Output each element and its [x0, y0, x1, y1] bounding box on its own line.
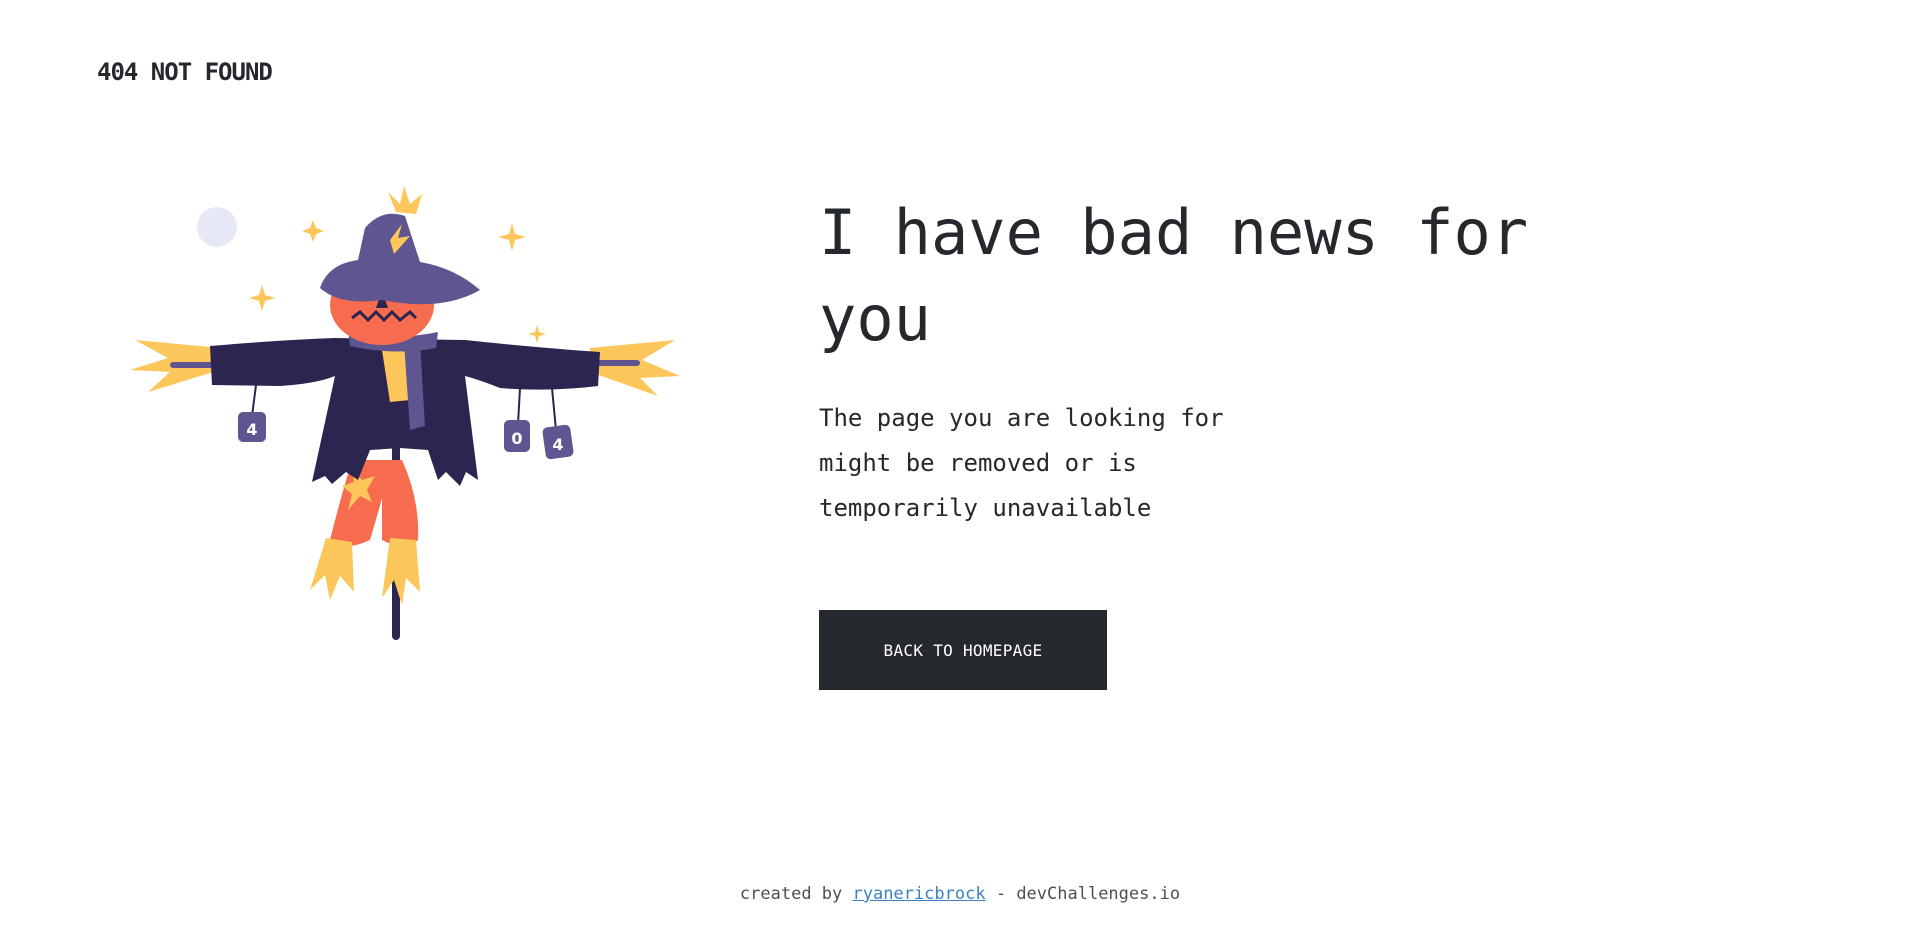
page-headline: I have bad news for you: [819, 196, 1529, 355]
author-link[interactable]: ryanericbrock: [853, 884, 986, 904]
can-label: 4: [246, 420, 257, 439]
moon-icon: [197, 207, 237, 247]
footer: created by ryanericbrock - devChallenges…: [0, 884, 1920, 904]
can-label: 4: [552, 435, 563, 454]
footer-prefix: created by: [739, 884, 843, 904]
site-logo[interactable]: 404 NOT FOUND: [97, 58, 273, 86]
error-message: The page you are looking for might be re…: [819, 404, 1224, 522]
legs: [310, 460, 420, 605]
can-label: 0: [511, 429, 522, 448]
scarecrow-illustration: 4 0 4: [130, 186, 680, 640]
back-to-homepage-button[interactable]: BACK TO HOMEPAGE: [819, 610, 1107, 690]
footer-suffix: - devChallenges.io: [995, 884, 1181, 904]
hat-icon: [320, 186, 480, 305]
